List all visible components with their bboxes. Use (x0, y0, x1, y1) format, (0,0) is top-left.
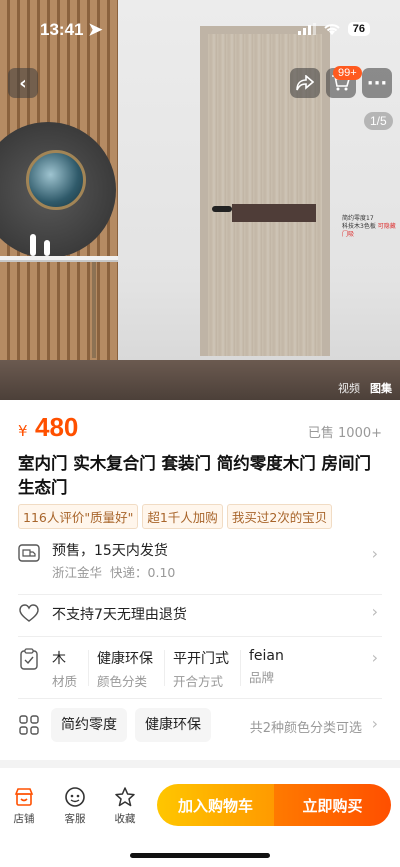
more-button[interactable]: ··· (362, 68, 392, 98)
shipping-row[interactable]: 预售，15天内发货 浙江金华 快递：0.10 › (18, 538, 382, 588)
shop-icon (14, 788, 34, 806)
shop-button[interactable]: 店铺 (4, 786, 44, 826)
location-arrow-icon: ➤ (88, 20, 103, 39)
wifi-icon (324, 23, 340, 35)
heart-icon (19, 604, 39, 622)
divider (18, 636, 382, 637)
product-image[interactable]: 简约零度17 科技木3色板 可隐藏门吸 视频 图集 (0, 0, 400, 400)
return-policy-row[interactable]: 不支持7天无理由退货 › (18, 600, 382, 628)
tag-cart-adds[interactable]: 超1千人加购 (142, 504, 223, 529)
more-dots-icon: ··· (366, 72, 388, 94)
bottom-action-bar: 店铺 客服 收藏 加入购物车 立即购买 (0, 772, 400, 832)
attributes-row[interactable]: 木 材质 健康环保 颜色分类 平开门式 开合方式 feian 品牌 › (18, 646, 382, 692)
chevron-right-icon: › (371, 648, 378, 667)
favorite-button[interactable]: 收藏 (105, 786, 145, 826)
status-time: 13:41 ➤ (40, 20, 103, 39)
color-options-row[interactable]: 简约零度 健康环保 共2种颜色分类可选 › (18, 708, 382, 742)
console-leg (92, 262, 96, 358)
sold-count: 已售 1000+ (307, 426, 382, 441)
attribute-brand: feian 品牌 (249, 648, 284, 685)
price-row: ¥ 480 已售 1000+ (18, 412, 382, 444)
return-policy-text: 不支持7天无理由退货 (52, 607, 187, 623)
back-button[interactable]: ‹ (8, 68, 38, 98)
add-to-cart-button[interactable]: 加入购物车 (157, 784, 274, 826)
attribute-opening: 平开门式 开合方式 (173, 651, 229, 689)
door-handle (212, 206, 232, 212)
color-count: 共2种颜色分类可选 (249, 721, 362, 736)
cart-badge: 99+ (333, 66, 362, 80)
chevron-right-icon: › (371, 544, 378, 563)
customer-service-button[interactable]: 客服 (55, 786, 95, 826)
grid-icon (19, 715, 39, 735)
attribute-separator (88, 650, 89, 686)
color-chip[interactable]: 健康环保 (135, 708, 211, 742)
truck-icon (18, 544, 40, 562)
round-artwork (26, 150, 86, 210)
divider (18, 594, 382, 595)
buy-now-button[interactable]: 立即购买 (274, 784, 391, 826)
console-table (0, 256, 118, 262)
attribute-material: 木 材质 (52, 651, 78, 689)
battery-indicator: 76 (347, 22, 370, 36)
door-decor-strip (232, 204, 316, 222)
image-caption: 简约零度17 科技木3色板 可隐藏门吸 (342, 215, 396, 238)
product-title: 室内门 实木复合门 套装门 简约零度木门 房间门生态门 (18, 454, 371, 497)
attribute-separator (164, 650, 165, 686)
image-counter: 1/5 (364, 112, 393, 130)
tag-bought-before[interactable]: 我买过2次的宝贝 (226, 504, 333, 529)
color-chip[interactable]: 简约零度 (51, 708, 127, 742)
purchase-buttons: 加入购物车 立即购买 (157, 784, 391, 826)
star-icon (115, 787, 135, 807)
tab-video[interactable]: 视频 (338, 380, 360, 396)
shipping-info: 预售，15天内发货 (52, 543, 168, 559)
status-bar: 13:41 ➤ 76 (0, 0, 400, 56)
chevron-right-icon: › (371, 602, 378, 621)
media-tabs: 视频 图集 (338, 380, 392, 396)
section-separator (0, 760, 400, 768)
share-icon (296, 75, 314, 91)
divider (18, 698, 382, 699)
cellular-signal-icon (297, 23, 316, 35)
tag-review[interactable]: 116人评价"质量好" (18, 504, 139, 529)
share-button[interactable] (290, 68, 320, 98)
chevron-left-icon: ‹ (19, 72, 27, 94)
shipping-details: 浙江金华 快递：0.10 (52, 565, 176, 580)
attribute-separator (240, 650, 241, 686)
home-indicator[interactable] (130, 853, 270, 858)
vase (44, 240, 50, 256)
chat-icon (65, 787, 85, 807)
attribute-color: 健康环保 颜色分类 (97, 651, 153, 689)
vase (30, 234, 36, 256)
highlight-tags: 116人评价"质量好" 超1千人加购 我买过2次的宝贝 (18, 504, 333, 529)
clipboard-icon (20, 648, 38, 670)
tab-gallery[interactable]: 图集 (370, 380, 392, 396)
price-value: 480 (35, 412, 79, 442)
chevron-right-icon: › (371, 714, 378, 733)
price-currency: ¥ (18, 422, 28, 440)
